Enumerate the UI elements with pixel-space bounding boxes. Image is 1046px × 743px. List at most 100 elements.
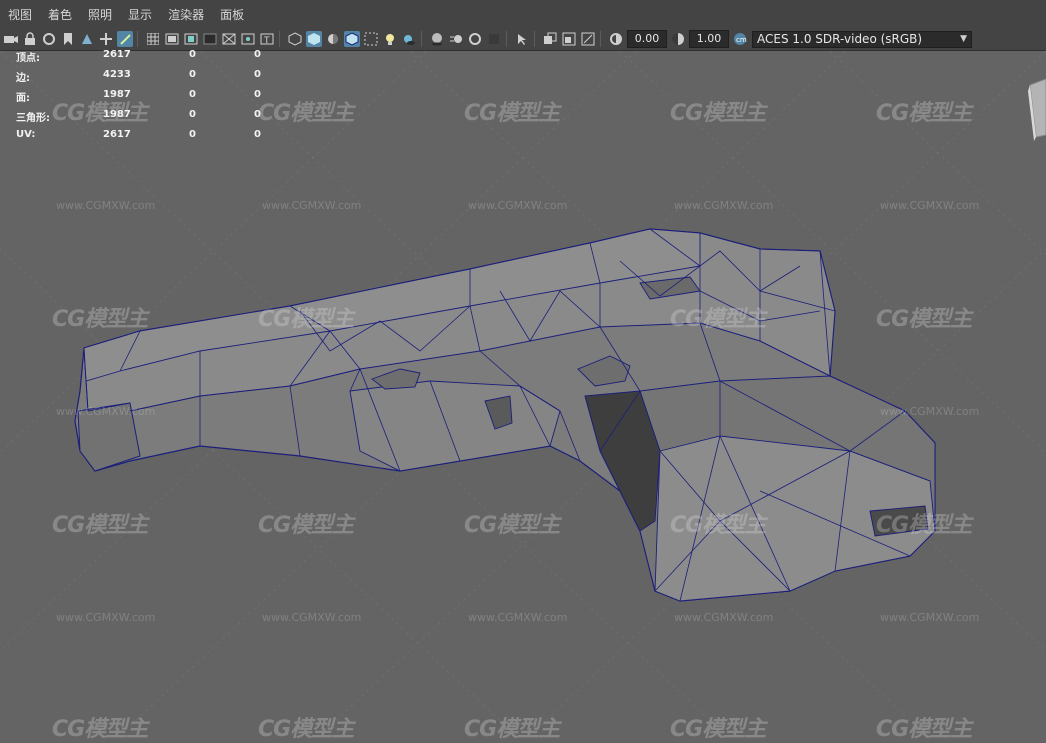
watermark-url: www.CGMXW.com [468, 199, 568, 212]
isolate-select-icon[interactable] [514, 31, 530, 47]
watermark-url: www.CGMXW.com [262, 199, 362, 212]
hud-value: 1987 [103, 89, 131, 100]
hud-label: 边: [16, 73, 30, 84]
hud-label: UV: [16, 129, 36, 140]
smooth-shade-icon[interactable] [306, 31, 322, 47]
watermark-url: www.CGMXW.com [674, 611, 774, 624]
hud-value: 0 [189, 129, 196, 140]
3d-viewport[interactable]: CG模型主 CG模型主 CG模型主 CG模型主 CG模型主 www.CGMXW.… [0, 51, 1046, 742]
xray-active-icon[interactable] [561, 31, 577, 47]
svg-text:cm: cm [736, 36, 747, 44]
watermark-logo: CG模型主 [52, 513, 148, 538]
hud-value: 0 [254, 49, 261, 60]
chevron-down-icon: ▼ [960, 33, 967, 44]
color-management-icon[interactable]: cm [732, 31, 748, 47]
watermark-logo: CG模型主 [464, 101, 560, 126]
watermark-logo: CG模型主 [670, 717, 766, 742]
grease-pencil-icon[interactable] [117, 31, 133, 47]
grid-icon[interactable] [145, 31, 161, 47]
gamma-field[interactable]: 1.00 [689, 30, 729, 48]
toolbar-separator [534, 31, 535, 47]
use-all-lights-icon[interactable] [382, 31, 398, 47]
toolbar-separator [279, 31, 280, 47]
watermark-logo: CG模型主 [52, 307, 148, 332]
wireframe-icon[interactable] [287, 31, 303, 47]
menu-shading[interactable]: 着色 [48, 6, 72, 23]
xray-joints-icon[interactable] [542, 31, 558, 47]
panel-toolbar: T 0.00 1.00 cm ACES 1.0 SDR-video (sRGB)… [0, 28, 1046, 51]
color-management-dropdown[interactable]: ACES 1.0 SDR-video (sRGB) ▼ [752, 30, 972, 48]
watermark-logo: CG模型主 [52, 717, 148, 742]
hud-row-faces: 面: 1987 0 0 [16, 89, 276, 109]
toolbar-separator [506, 31, 507, 47]
watermark-logo: CG模型主 [876, 101, 972, 126]
watermark-logo: CG模型主 [258, 717, 354, 742]
exposure-icon[interactable] [608, 31, 624, 47]
watermark-url: www.CGMXW.com [880, 405, 980, 418]
toolbar-separator [600, 31, 601, 47]
view-cube-icon[interactable] [1028, 78, 1046, 141]
image-plane-icon[interactable] [79, 31, 95, 47]
watermark-logo: CG模型主 [258, 307, 354, 332]
hud-row-uvs: UV: 2617 0 0 [16, 129, 276, 149]
safe-title-icon[interactable]: T [259, 31, 275, 47]
field-chart-icon[interactable] [221, 31, 237, 47]
safe-action-icon[interactable] [240, 31, 256, 47]
menu-renderer[interactable]: 渲染器 [168, 6, 204, 23]
hud-value: 0 [189, 69, 196, 80]
lock-camera-icon[interactable] [22, 31, 38, 47]
watermark-url: www.CGMXW.com [674, 199, 774, 212]
film-gate-icon[interactable] [164, 31, 180, 47]
watermark-logo: CG模型主 [876, 307, 972, 332]
watermark-logo: CG模型主 [876, 717, 972, 742]
hud-label: 面: [16, 93, 30, 104]
watermark-url: www.CGMXW.com [880, 611, 980, 624]
shadows-icon[interactable] [401, 31, 417, 47]
screen-space-ao-icon[interactable] [429, 31, 445, 47]
hud-label: 三角形: [16, 113, 50, 124]
near-clip-field[interactable]: 0.00 [627, 30, 667, 48]
hud-value: 0 [189, 49, 196, 60]
hud-value: 0 [254, 69, 261, 80]
watermark-url: www.CGMXW.com [880, 199, 980, 212]
depth-of-field-icon[interactable] [486, 31, 502, 47]
gate-mask-icon[interactable] [202, 31, 218, 47]
default-material-icon[interactable] [325, 31, 341, 47]
hud-value: 0 [254, 109, 261, 120]
watermark-url: www.CGMXW.com [56, 199, 156, 212]
watermark-logo: CG模型主 [670, 513, 766, 538]
frame-selection-icon[interactable] [580, 31, 596, 47]
hud-label: 顶点: [16, 53, 40, 64]
2d-pan-icon[interactable] [98, 31, 114, 47]
menu-panels[interactable]: 面板 [220, 6, 244, 23]
bookmark-icon[interactable] [60, 31, 76, 47]
watermark-logo: CG模型主 [876, 513, 972, 538]
gamma-icon[interactable] [670, 31, 686, 47]
hud-value: 2617 [103, 49, 131, 60]
menu-lighting[interactable]: 照明 [88, 6, 112, 23]
viewport-canvas [0, 51, 1046, 730]
menu-bar: 视图 着色 照明 显示 渲染器 面板 [0, 0, 1046, 29]
hud-row-edges: 边: 4233 0 0 [16, 69, 276, 89]
camera-attributes-icon[interactable] [41, 31, 57, 47]
svg-text:T: T [263, 36, 270, 45]
watermark-logo: CG模型主 [670, 307, 766, 332]
watermark-url: www.CGMXW.com [56, 405, 156, 418]
menu-view[interactable]: 视图 [8, 6, 32, 23]
color-management-value: ACES 1.0 SDR-video (sRGB) [757, 31, 923, 46]
watermark-url: www.CGMXW.com [468, 611, 568, 624]
anti-aliasing-icon[interactable] [467, 31, 483, 47]
menu-show[interactable]: 显示 [128, 6, 152, 23]
toolbar-separator [137, 31, 138, 47]
resolution-gate-icon[interactable] [183, 31, 199, 47]
pistol-model [74, 228, 936, 602]
camera-icon[interactable] [3, 31, 19, 47]
hud-value: 0 [189, 89, 196, 100]
pistol-trigger-guard [349, 380, 561, 472]
motion-blur-icon[interactable] [448, 31, 464, 47]
watermark-url: www.CGMXW.com [56, 611, 156, 624]
xray-icon[interactable] [363, 31, 379, 47]
wireframe-on-shaded-icon[interactable] [344, 31, 360, 47]
hud-value: 1987 [103, 109, 131, 120]
hud-value: 0 [254, 89, 261, 100]
